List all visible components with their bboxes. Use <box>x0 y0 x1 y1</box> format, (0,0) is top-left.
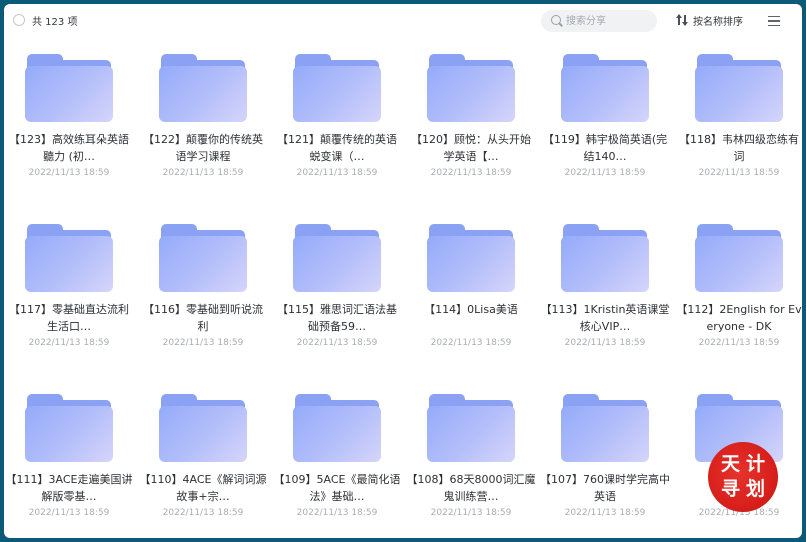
folder-icon <box>695 50 783 122</box>
stamp-char: 寻 <box>720 478 740 500</box>
search-input[interactable] <box>566 13 651 29</box>
circle-checkbox-icon[interactable] <box>13 14 25 26</box>
folder-name: 【120】顾悦：从头开始学英语【… <box>411 133 531 163</box>
folder-icon <box>561 390 649 462</box>
search-icon <box>551 15 561 25</box>
folder-icon <box>25 390 113 462</box>
folder-date: 2022/11/13 18:59 <box>698 338 780 348</box>
folder-name: 【111】3ACE走遍美国讲解版零基… <box>5 473 133 503</box>
folder-name: 【116】零基础到听说流利 <box>143 303 263 333</box>
folder-item[interactable]: 【115】雅思词汇语法基础预备59… 2022/11/13 18:59 <box>272 208 402 378</box>
folder-name: 【122】颠覆你的传统英语学习课程 <box>143 133 263 163</box>
folder-name: 【119】韩宇极简英语(完结140… <box>542 133 668 163</box>
folder-date: 2022/11/13 18:59 <box>162 168 244 178</box>
folder-item[interactable]: 【110】4ACE《解词词源故事+宗… 2022/11/13 18:59 <box>138 378 268 538</box>
folder-item[interactable]: 【113】1Kristin英语课堂核心VIP… 2022/11/13 18:59 <box>540 208 670 378</box>
folder-icon <box>561 220 649 292</box>
folder-name: 【107】760课时学完高中英语 <box>540 473 670 503</box>
folder-name: 【109】5ACE《最简化语法》基础… <box>273 473 401 503</box>
folder-name: 【123】高效练耳朵英語聽力 (初… <box>9 133 129 163</box>
folder-item[interactable]: 【116】零基础到听说流利 2022/11/13 18:59 <box>138 208 268 378</box>
folder-icon <box>427 50 515 122</box>
folder-date: 2022/11/13 18:59 <box>430 338 512 348</box>
folder-item[interactable]: 【117】零基础直达流利生活口… 2022/11/13 18:59 <box>4 208 134 378</box>
folder-icon <box>293 50 381 122</box>
folder-date: 2022/11/13 18:59 <box>296 168 378 178</box>
folder-icon <box>159 220 247 292</box>
folder-icon <box>293 220 381 292</box>
stamp-char: 划 <box>745 478 765 500</box>
folder-icon <box>695 220 783 292</box>
folder-icon <box>25 220 113 292</box>
folder-item[interactable]: 【120】顾悦：从头开始学英语【… 2022/11/13 18:59 <box>406 38 536 208</box>
folder-item[interactable]: 【114】0Lisa美语 2022/11/13 18:59 <box>406 208 536 378</box>
folder-date: 2022/11/13 18:59 <box>296 338 378 348</box>
folder-date: 2022/11/13 18:59 <box>28 508 110 518</box>
toolbar: 共 123 项 按名称排序 <box>4 4 802 38</box>
folder-name: 【114】0Lisa美语 <box>424 303 518 316</box>
folder-item[interactable]: 【107】760课时学完高中英语 2022/11/13 18:59 <box>540 378 670 538</box>
folder-item[interactable]: 【112】2English for Everyone - DK 2022/11/1… <box>674 208 802 378</box>
folder-item[interactable]: 【122】颠覆你的传统英语学习课程 2022/11/13 18:59 <box>138 38 268 208</box>
folder-name: 【113】1Kristin英语课堂核心VIP… <box>540 303 670 333</box>
folder-name: 【121】颠覆传统的英语蜕变课（… <box>277 133 397 163</box>
folder-icon <box>293 390 381 462</box>
folder-name: 【115】雅思词汇语法基础预备59… <box>277 303 397 333</box>
folder-date: 2022/11/13 18:59 <box>564 508 646 518</box>
folder-icon <box>159 50 247 122</box>
folder-date: 2022/11/13 18:59 <box>564 338 646 348</box>
sort-button[interactable]: 按名称排序 <box>676 12 743 28</box>
folder-item[interactable]: 【109】5ACE《最简化语法》基础… 2022/11/13 18:59 <box>272 378 402 538</box>
folder-date: 2022/11/13 18:59 <box>162 338 244 348</box>
folder-icon <box>427 220 515 292</box>
folder-date: 2022/11/13 18:59 <box>28 168 110 178</box>
folder-date: 2022/11/13 18:59 <box>430 508 512 518</box>
folder-icon <box>427 390 515 462</box>
watermark-stamp: 天计寻划 <box>708 442 778 512</box>
hamburger-menu-icon[interactable] <box>768 16 780 26</box>
folder-icon <box>25 50 113 122</box>
folder-item[interactable]: 【118】韦林四级恋练有词 2022/11/13 18:59 <box>674 38 802 208</box>
folder-date: 2022/11/13 18:59 <box>162 508 244 518</box>
search-box[interactable] <box>541 10 657 32</box>
folder-name: 【108】68天8000词汇魔鬼训练营… <box>406 473 536 503</box>
folder-item[interactable]: 【108】68天8000词汇魔鬼训练营… 2022/11/13 18:59 <box>406 378 536 538</box>
folder-date: 2022/11/13 18:59 <box>698 168 780 178</box>
folder-name: 【118】韦林四级恋练有词 <box>679 133 799 163</box>
folder-item[interactable]: 【111】3ACE走遍美国讲解版零基… 2022/11/13 18:59 <box>4 378 134 538</box>
sort-label: 按名称排序 <box>693 16 743 28</box>
folder-date: 2022/11/13 18:59 <box>564 168 646 178</box>
folder-item[interactable]: 【121】颠覆传统的英语蜕变课（… 2022/11/13 18:59 <box>272 38 402 208</box>
sort-arrows-icon <box>676 14 688 26</box>
folder-item[interactable]: 【119】韩宇极简英语(完结140… 2022/11/13 18:59 <box>540 38 670 208</box>
folder-grid: 【123】高效练耳朵英語聽力 (初… 2022/11/13 18:59 【122】颠… <box>4 38 802 538</box>
folder-date: 2022/11/13 18:59 <box>28 338 110 348</box>
folder-date: 2022/11/13 18:59 <box>296 508 378 518</box>
folder-name: 【112】2English for Everyone - DK <box>676 303 802 333</box>
stamp-char: 天 <box>720 453 740 475</box>
item-count: 共 123 项 <box>32 17 78 28</box>
folder-icon <box>159 390 247 462</box>
folder-name: 【117】零基础直达流利生活口… <box>9 303 129 333</box>
folder-icon <box>561 50 649 122</box>
app-window: 共 123 项 按名称排序 【123】高效练耳朵英語聽力 (初… 2022/11/… <box>4 4 802 538</box>
folder-name: 【110】4ACE《解词词源故事+宗… <box>139 473 267 503</box>
folder-date: 2022/11/13 18:59 <box>430 168 512 178</box>
folder-item[interactable]: 【123】高效练耳朵英語聽力 (初… 2022/11/13 18:59 <box>4 38 134 208</box>
stamp-char: 计 <box>745 453 765 475</box>
